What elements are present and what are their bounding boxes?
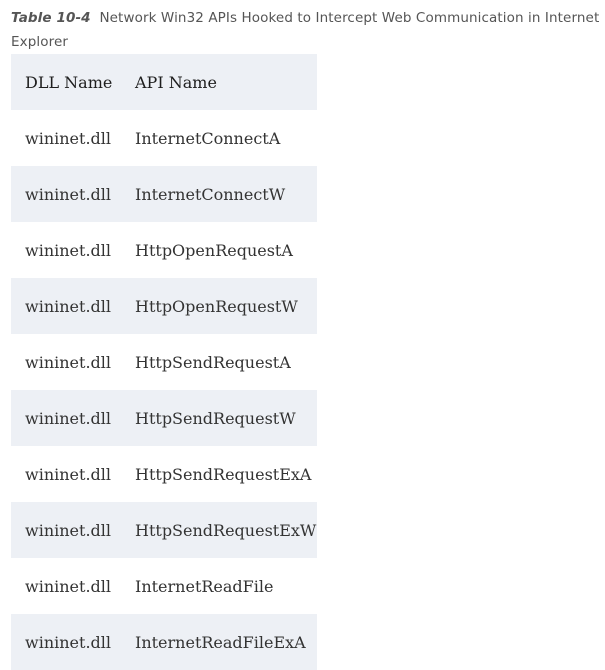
api-name-cell: HttpOpenRequestA xyxy=(135,240,293,260)
api-name-cell: InternetReadFileExA xyxy=(121,614,317,670)
column-header-dll-name: DLL Name xyxy=(11,54,121,110)
column-header-api-name: API Name xyxy=(121,54,317,110)
table-row: wininet.dll InternetReadFileExA xyxy=(11,614,317,670)
api-name-cell: HttpSendRequestW xyxy=(121,390,317,446)
dll-name-cell: wininet.dll xyxy=(11,502,121,558)
table-row: wininet.dll HttpSendRequestExW xyxy=(11,502,317,558)
api-name-cell: HttpOpenRequestW xyxy=(121,278,317,334)
dll-name-cell: wininet.dll xyxy=(25,240,111,260)
dll-name-cell: wininet.dll xyxy=(11,390,121,446)
table-number: Table 10-4 xyxy=(11,10,91,26)
table-row: wininet.dll InternetConnectA xyxy=(11,110,317,166)
api-name-cell: HttpSendRequestExA xyxy=(135,464,312,484)
table-row: wininet.dll HttpSendRequestA xyxy=(11,334,317,390)
dll-name-cell: wininet.dll xyxy=(11,166,121,222)
dll-name-cell: wininet.dll xyxy=(25,352,111,372)
api-table: DLL Name API Name wininet.dll InternetCo… xyxy=(11,54,317,670)
table-title: Network Win32 APIs Hooked to Intercept W… xyxy=(11,10,600,50)
api-name-cell: InternetConnectW xyxy=(121,166,317,222)
dll-name-cell: wininet.dll xyxy=(11,614,121,670)
table-row: wininet.dll InternetConnectW xyxy=(11,166,317,222)
dll-name-cell: wininet.dll xyxy=(25,464,111,484)
table-caption: Table 10-4 Network Win32 APIs Hooked to … xyxy=(11,6,601,54)
api-name-cell: HttpSendRequestExW xyxy=(121,502,317,558)
dll-name-cell: wininet.dll xyxy=(11,278,121,334)
table-row: wininet.dll HttpSendRequestW xyxy=(11,390,317,446)
table-row: wininet.dll HttpOpenRequestA xyxy=(11,222,317,278)
api-name-cell: InternetReadFile xyxy=(135,576,274,596)
api-name-cell: InternetConnectA xyxy=(135,128,281,148)
dll-name-cell: wininet.dll xyxy=(25,576,111,596)
dll-name-cell: wininet.dll xyxy=(25,128,111,148)
table-header-row: DLL Name API Name xyxy=(11,54,317,110)
table-row: wininet.dll HttpOpenRequestW xyxy=(11,278,317,334)
table-row: wininet.dll InternetReadFile xyxy=(11,558,317,614)
table-row: wininet.dll HttpSendRequestExA xyxy=(11,446,317,502)
api-name-cell: HttpSendRequestA xyxy=(135,352,291,372)
